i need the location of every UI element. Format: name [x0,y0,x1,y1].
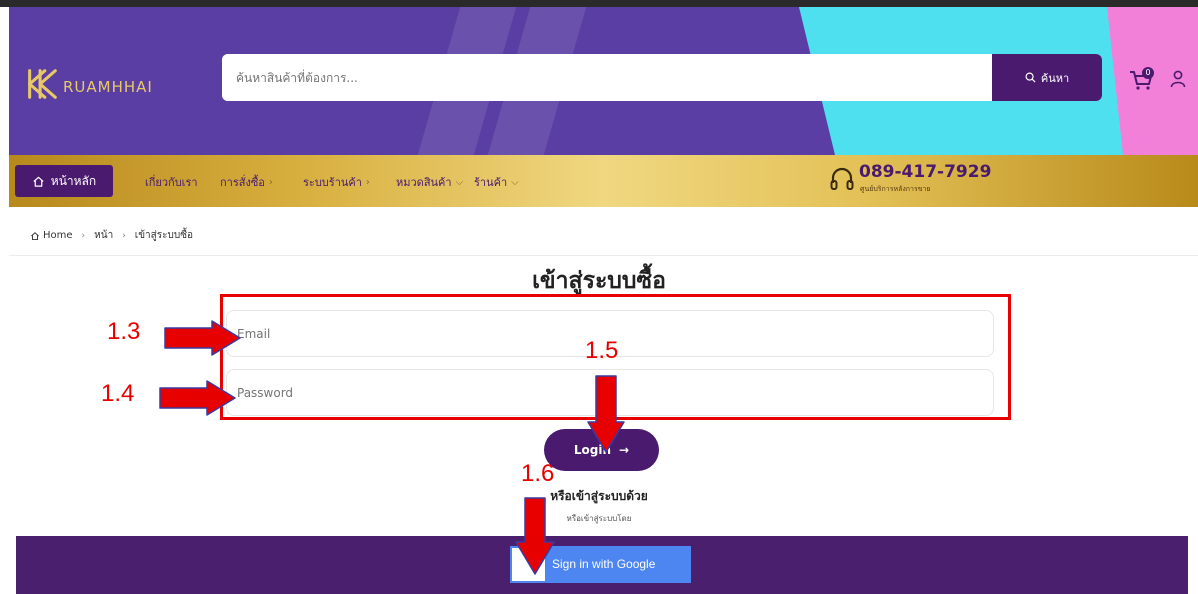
annotation-label: 1.5 [585,337,619,364]
breadcrumb-separator-icon: › [81,230,86,241]
breadcrumb-separator-icon: › [122,230,126,241]
search-button[interactable]: ค้นหา [992,54,1102,101]
annotation-label: 1.3 [107,318,141,345]
search-input[interactable] [222,54,992,101]
nav-item-categories[interactable]: หมวดสินค้า ⌵ [396,173,463,191]
annotation-arrow-down-icon [587,375,625,453]
hotline-number[interactable]: 089-417-7929 [859,162,991,182]
annotation-label: 1.4 [101,380,135,407]
annotation-label: 1.6 [521,460,555,487]
nav-item-label: การสั่งซื้อ [220,176,265,189]
nav-item-label: หมวดสินค้า [396,176,452,189]
annotation-arrow-right-icon [164,320,241,356]
hotline-subtitle: ศูนย์บริการหลังการขาย [860,185,931,193]
nav-item-label: ระบบร้านค้า [303,176,362,189]
alt-login-heading: หรือเข้าสู่ระบบด้วย [550,489,648,503]
search-bar: ค้นหา [222,54,1102,101]
breadcrumb-item[interactable]: หน้า [94,228,113,243]
nav-item-store-system[interactable]: ระบบร้านค้า › [303,173,370,191]
annotation-arrow-right-icon [159,380,236,416]
headset-icon [830,167,854,190]
logo-mark-icon [28,69,57,99]
home-icon [33,176,44,187]
home-icon [31,231,39,240]
search-button-label: ค้นหา [1040,71,1070,85]
main-nav: หน้าหลัก เกี่ยวกับเรา การสั่งซื้อ › ระบบ… [9,155,1198,207]
nav-item-ordering[interactable]: การสั่งซื้อ › [220,173,273,191]
nav-home-button[interactable]: หน้าหลัก [15,165,113,197]
nav-home-label: หน้าหลัก [50,173,97,188]
divider [9,255,1198,256]
breadcrumb-item: เข้าสู่ระบบซื้อ [134,230,193,241]
chevron-right-icon: › [268,176,273,188]
nav-item-about[interactable]: เกี่ยวกับเรา [145,173,198,191]
logo-text: RUAMHHAI [63,78,153,96]
page: RUAMHHAI ค้นหา 0 หน้าหลัก เกี่ยวกับ [0,0,1198,594]
site-logo[interactable]: RUAMHHAI [23,65,153,103]
breadcrumb-item: Home [43,230,73,241]
chevron-down-icon: ⌵ [455,176,464,188]
annotation-arrow-down-icon [515,497,555,575]
browser-top-strip [0,0,1198,7]
google-signin-label: Sign in with Google [552,557,656,571]
page-title: เข้าสู่ระบบซื้อ [532,268,666,294]
nav-item-shop[interactable]: ร้านค้า ⌵ [474,173,519,191]
alt-login-subtext: หรือเข้าสู่ระบบโดย [566,514,632,523]
search-icon [1025,72,1036,83]
breadcrumb-home[interactable]: Home [30,230,73,241]
cart-count-badge: 0 [1142,67,1154,79]
breadcrumb: Home › หน้า › เข้าสู่ระบบซื้อ [30,228,193,243]
chevron-down-icon: ⌵ [511,176,519,188]
chevron-right-icon: › [365,176,370,188]
user-icon[interactable] [1170,70,1186,88]
nav-item-label: ร้านค้า [474,176,508,189]
nav-item-label: เกี่ยวกับเรา [145,176,198,189]
